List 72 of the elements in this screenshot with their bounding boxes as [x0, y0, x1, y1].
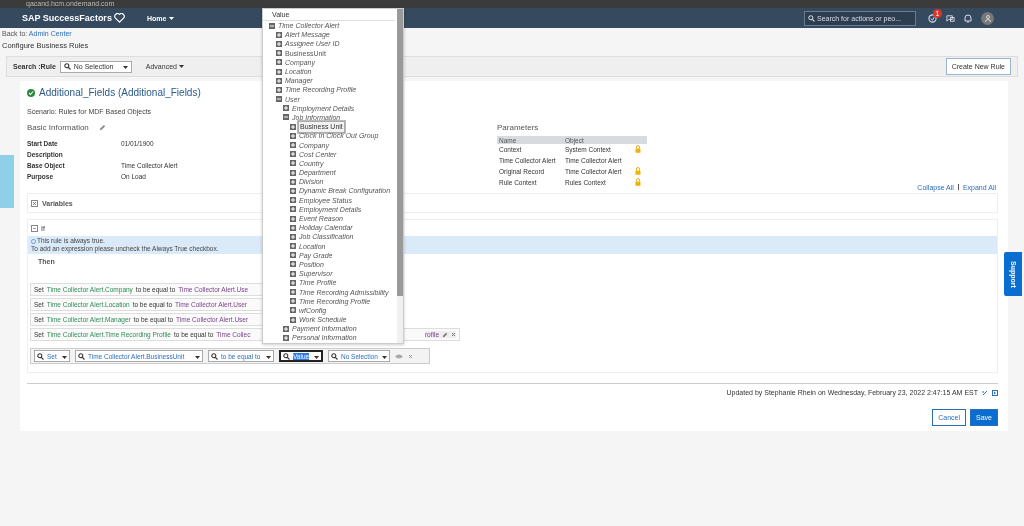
expand-icon[interactable] [276, 86, 282, 93]
expand-icon[interactable] [290, 243, 296, 250]
caret-icon [122, 66, 128, 69]
expand-icon[interactable] [290, 160, 296, 167]
search-icon [211, 352, 218, 360]
caret-icon [382, 355, 387, 359]
section-title: Parameters [497, 123, 539, 132]
expand-icon[interactable] [276, 31, 282, 38]
expand-icon[interactable] [283, 334, 289, 341]
app-logo[interactable]: SAP SuccessFactors [22, 13, 112, 23]
close-icon[interactable] [408, 353, 413, 359]
expand-icon[interactable] [31, 199, 38, 207]
search-icon [283, 352, 290, 360]
expand-icon[interactable] [290, 316, 296, 323]
caret-icon [169, 16, 175, 20]
caret-icon [62, 355, 67, 359]
expand-icon[interactable] [276, 68, 282, 75]
expand-icon[interactable] [276, 59, 282, 66]
search-icon [37, 352, 44, 360]
lock-icon [635, 167, 641, 175]
search-icon [78, 352, 85, 360]
expand-icon[interactable] [290, 178, 296, 185]
search-icon [331, 352, 338, 360]
expand-icon[interactable] [290, 252, 296, 259]
caret-icon [314, 355, 319, 359]
expand-icon[interactable] [290, 233, 296, 240]
expand-icon[interactable] [290, 261, 296, 268]
expand-icon[interactable] [290, 307, 296, 314]
pencil-icon[interactable] [98, 124, 106, 131]
expand-icon[interactable] [276, 77, 282, 84]
scrollbar[interactable] [397, 9, 403, 343]
expand-icon[interactable] [276, 50, 282, 57]
collapse-icon[interactable] [269, 22, 275, 29]
expand-icon[interactable] [290, 270, 296, 277]
expand-icon[interactable] [290, 187, 296, 194]
check-icon [27, 88, 35, 97]
expand-icon[interactable] [290, 279, 296, 286]
search-icon [808, 14, 815, 22]
collapse-icon[interactable] [283, 114, 289, 121]
search-icon [63, 63, 71, 70]
expand-icon[interactable] [290, 224, 296, 231]
chat-icon[interactable] [946, 13, 955, 23]
rule-title: Additional_Fields (Additional_Fields) [39, 87, 201, 98]
caret-icon [178, 65, 184, 68]
expand-icon[interactable] [290, 206, 296, 213]
info-icon [31, 238, 36, 244]
caret-icon [195, 355, 200, 359]
expand-icon[interactable] [290, 289, 296, 296]
collapse-icon[interactable] [276, 96, 282, 103]
notification-icon[interactable] [928, 13, 937, 23]
expand-icon[interactable] [290, 123, 296, 130]
expand-icon[interactable] [290, 298, 296, 305]
expand-icon[interactable] [283, 105, 289, 112]
expand-icon[interactable] [283, 325, 289, 332]
avatar[interactable] [981, 11, 994, 25]
lock-icon [635, 178, 641, 186]
export-icon[interactable] [992, 389, 998, 396]
bell-icon[interactable] [964, 13, 972, 23]
expand-icon[interactable] [290, 151, 296, 158]
expand-icon[interactable] [290, 197, 296, 204]
pencil-icon[interactable] [442, 331, 448, 338]
expand-icon[interactable] [290, 132, 296, 139]
section-title: Basic Information [27, 123, 89, 132]
collapse-icon[interactable] [31, 225, 38, 232]
lock-icon [635, 145, 641, 153]
expand-icon[interactable] [290, 215, 296, 222]
expand-icon[interactable] [276, 40, 282, 47]
caret-icon [266, 355, 271, 359]
close-icon[interactable] [451, 332, 456, 337]
expand-icon[interactable] [290, 169, 296, 176]
expand-icon[interactable] [290, 142, 296, 149]
heart-icon [113, 13, 125, 23]
